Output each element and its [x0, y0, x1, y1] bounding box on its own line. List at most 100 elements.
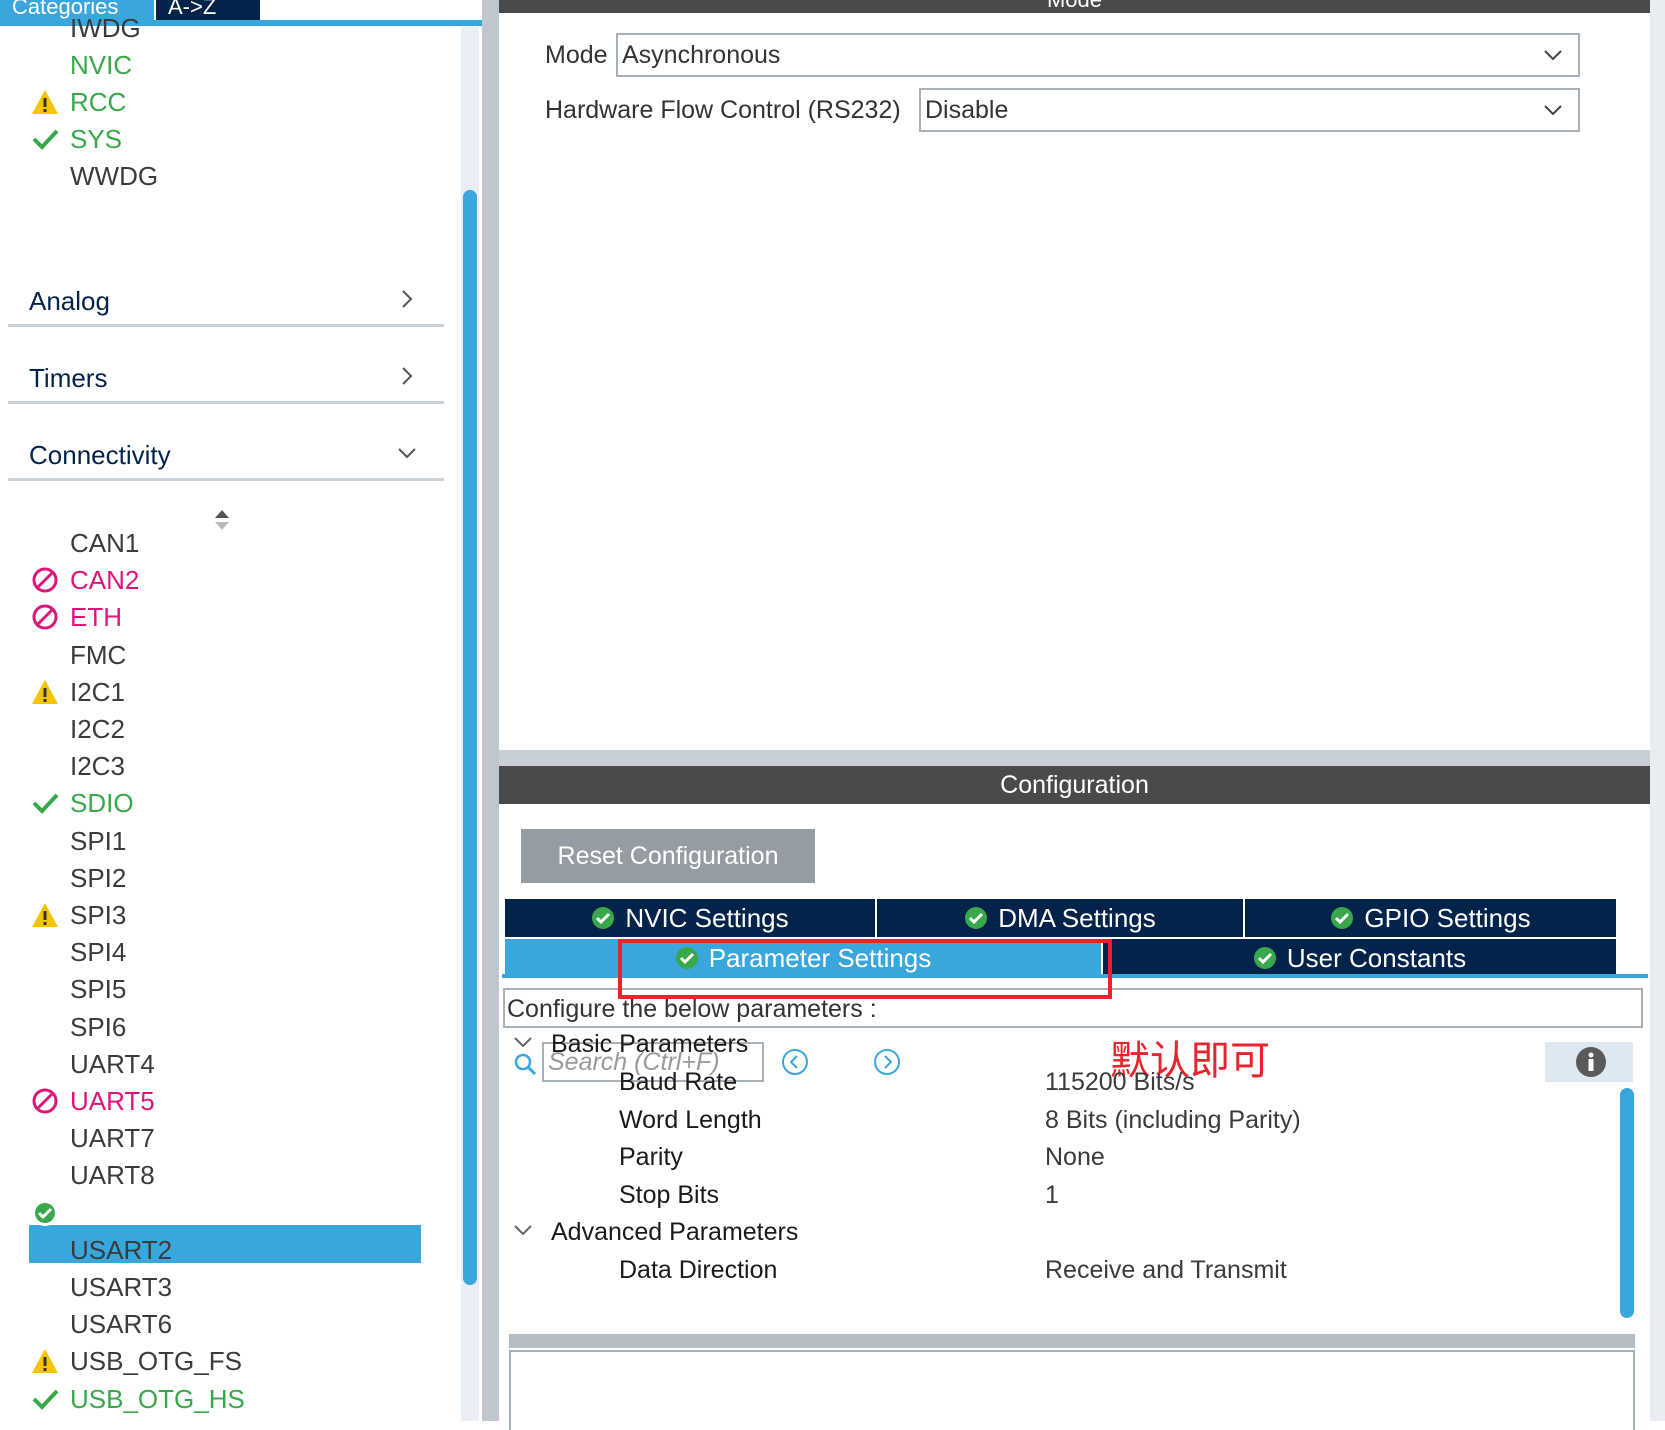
flow-control-value: Disable: [925, 96, 1009, 124]
chevron-down-icon: [1544, 105, 1562, 116]
sidebar-item-label: SPI4: [70, 937, 127, 968]
param-value[interactable]: 1: [1045, 1181, 1059, 1210]
sidebar-item-spi5[interactable]: SPI5: [70, 974, 126, 1004]
sidebar-item-fmc[interactable]: FMC: [70, 640, 126, 670]
panel-separator[interactable]: [499, 750, 1650, 766]
sidebar-item-label: USB_OTG_FS: [70, 1346, 242, 1377]
sidebar-item-label: USART3: [70, 1272, 173, 1302]
sidebar-item-uart7[interactable]: UART7: [70, 1123, 155, 1153]
params-horizontal-scrollbar[interactable]: [509, 1334, 1635, 1348]
param-name: Word Length: [619, 1106, 762, 1134]
sidebar-item-uart5[interactable]: UART5: [32, 1086, 155, 1116]
sidebar-item-eth[interactable]: ETH: [32, 602, 122, 632]
warning-triangle-icon: [30, 900, 60, 930]
sidebar-item-label: SYS: [70, 124, 123, 154]
mode-panel: Mode Mode Asynchronous Hardware Flow Con…: [499, 0, 1650, 750]
param-value[interactable]: Receive and Transmit: [1045, 1256, 1287, 1285]
sidebar-item-label: I2C1: [70, 676, 125, 707]
check-circle-icon: [30, 1198, 60, 1228]
sidebar-item-label: UART5: [70, 1086, 155, 1116]
sidebar-item-label: CAN1: [70, 528, 140, 558]
sort-arrows-icon[interactable]: [212, 508, 232, 532]
group-basic-parameters[interactable]: Basic Parameters: [513, 1030, 748, 1059]
sidebar-item-spi1[interactable]: SPI1: [70, 826, 126, 856]
sidebar-item-rcc[interactable]: RCC: [32, 87, 126, 117]
check-icon: [30, 124, 60, 154]
mode-header: Mode: [499, 0, 1650, 13]
category-connectivity[interactable]: Connectivity: [8, 430, 444, 481]
param-value[interactable]: 115200 Bits/s: [1045, 1068, 1195, 1097]
sidebar-item-spi3[interactable]: SPI3: [32, 900, 127, 930]
param-value[interactable]: 8 Bits (including Parity): [1045, 1106, 1301, 1135]
tab-dma-settings[interactable]: DMA Settings: [877, 899, 1243, 937]
check-icon: [30, 1384, 60, 1414]
chevron-right-icon: [402, 290, 413, 308]
check-icon: [30, 788, 60, 818]
sidebar-item-i2c1[interactable]: I2C1: [32, 676, 125, 707]
sidebar-item-label: IWDG: [70, 13, 141, 43]
flow-control-label: Hardware Flow Control (RS232): [545, 96, 901, 124]
sidebar-item-i2c3[interactable]: I2C3: [70, 751, 125, 781]
sidebar-item-label: USB_OTG_HS: [70, 1383, 245, 1414]
tab-nvic-settings[interactable]: NVIC Settings: [505, 899, 875, 937]
next-match-icon[interactable]: [873, 1048, 901, 1076]
sidebar-item-spi4[interactable]: SPI4: [70, 937, 126, 967]
category-timers[interactable]: Timers: [8, 353, 444, 404]
sidebar-item-can1[interactable]: CAN1: [70, 528, 139, 558]
chevron-right-icon: [402, 367, 413, 385]
previous-match-icon[interactable]: [781, 1048, 809, 1076]
sidebar-item-spi6[interactable]: SPI6: [70, 1012, 126, 1042]
sidebar-item-label: SPI3: [70, 900, 127, 930]
tab-gpio-settings[interactable]: GPIO Settings: [1245, 899, 1616, 937]
flow-control-select[interactable]: Disable: [919, 88, 1580, 132]
no-entry-icon: [30, 565, 60, 595]
pane-splitter[interactable]: [482, 0, 499, 1421]
sidebar-item-label: UART4: [70, 1048, 155, 1079]
description-box: [509, 1350, 1635, 1430]
sidebar-item-sys[interactable]: SYS: [32, 124, 123, 154]
tab-label: NVIC Settings: [625, 903, 789, 933]
sidebar-item-label: USART6: [70, 1309, 173, 1340]
sidebar-item-usart2[interactable]: USART2: [70, 1235, 172, 1265]
no-entry-icon: [30, 1086, 60, 1116]
reset-configuration-button[interactable]: Reset Configuration: [521, 829, 815, 883]
sidebar-item-usb_otg_hs[interactable]: USB_OTG_HS: [32, 1383, 245, 1414]
mode-select[interactable]: Asynchronous: [616, 33, 1580, 77]
sidebar-item-spi2[interactable]: SPI2: [70, 863, 126, 893]
sidebar-scrollbar-thumb[interactable]: [463, 190, 477, 1285]
sidebar-item-label: UART7: [70, 1123, 155, 1154]
info-button[interactable]: [1545, 1042, 1633, 1082]
warning-triangle-icon: [30, 677, 60, 707]
sidebar-item-usart3[interactable]: USART3: [70, 1272, 172, 1302]
sidebar-item-label: CAN2: [70, 565, 140, 596]
param-name: Stop Bits: [619, 1181, 720, 1209]
sidebar-item-uart4[interactable]: UART4: [70, 1049, 155, 1079]
group-label: Advanced Parameters: [551, 1218, 799, 1246]
sidebar-item-uart8[interactable]: UART8: [70, 1160, 155, 1190]
sidebar-item-usart1[interactable]: USART1: [32, 1198, 172, 1228]
chevron-down-icon: [514, 1225, 532, 1236]
params-scrollbar-thumb[interactable]: [1620, 1088, 1634, 1318]
warning-triangle-icon: [30, 1346, 60, 1376]
param-value[interactable]: None: [1045, 1143, 1105, 1172]
tab-label: DMA Settings: [998, 903, 1156, 933]
mode-label: Mode: [545, 41, 608, 69]
configuration-header: Configuration: [499, 766, 1650, 804]
sidebar-item-iwdg[interactable]: IWDG: [70, 13, 141, 43]
sidebar-item-nvic[interactable]: NVIC: [70, 50, 132, 80]
group-advanced-parameters[interactable]: Advanced Parameters: [513, 1218, 798, 1247]
sidebar-item-can2[interactable]: CAN2: [32, 565, 140, 596]
sidebar-item-usart6[interactable]: USART6: [70, 1309, 172, 1339]
category-analog[interactable]: Analog: [8, 276, 444, 327]
sidebar-item-wwdg[interactable]: WWDG: [70, 161, 158, 191]
sidebar-item-label: I2C2: [70, 714, 125, 744]
annotation-highlight-box: [618, 939, 1112, 999]
param-name: Data Direction: [619, 1256, 778, 1284]
sidebar-item-label: SPI2: [70, 862, 127, 893]
tab-user-constants[interactable]: User Constants: [1103, 939, 1616, 977]
sidebar-item-i2c2[interactable]: I2C2: [70, 714, 125, 744]
info-icon: [1576, 1047, 1606, 1077]
sidebar-item-sdio[interactable]: SDIO: [32, 788, 134, 818]
sidebar-item-usb_otg_fs[interactable]: USB_OTG_FS: [32, 1346, 242, 1377]
peripheral-sidebar: Categories A->Z IWDG NVIC RCC SYS WWDG Analo…: [0, 0, 482, 1421]
